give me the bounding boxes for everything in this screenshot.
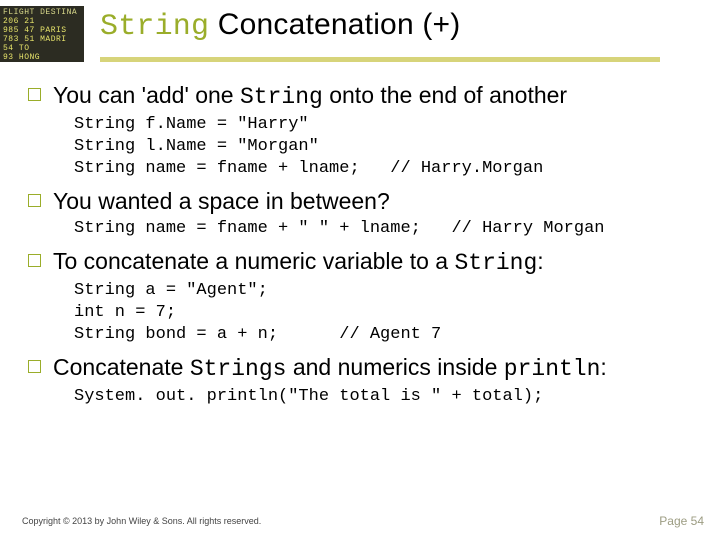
text-frag: You can 'add' one xyxy=(53,82,240,108)
text-mono: String xyxy=(454,250,537,276)
code-block-4: System. out. println("The total is " + t… xyxy=(74,386,696,408)
board-line: 783 51 MADRI xyxy=(3,35,67,44)
bullet-4: Concatenate Strings and numerics inside … xyxy=(28,352,696,384)
decorative-flight-board: FLIGHT DESTINA 206 21 985 47 PARIS 783 5… xyxy=(0,6,84,62)
bullet-icon xyxy=(28,254,41,267)
title-rest: Concatenation (+) xyxy=(209,8,460,41)
title-pre: String xyxy=(100,10,209,44)
code-block-2: String name = fname + " " + lname; // Ha… xyxy=(74,218,696,240)
code-block-1: String f.Name = "Harry" String l.Name = … xyxy=(74,114,696,180)
board-line: 54 TO xyxy=(3,44,30,53)
bullet-text: You wanted a space in between? xyxy=(53,186,390,216)
text-mono: println xyxy=(504,356,601,382)
text-frag: To concatenate a numeric variable to a xyxy=(53,248,454,274)
text-mono: String xyxy=(240,84,323,110)
text-frag: : xyxy=(600,354,606,380)
text-mono: Strings xyxy=(190,356,287,382)
bullet-icon xyxy=(28,194,41,207)
text-frag: and numerics inside xyxy=(286,354,503,380)
board-line: FLIGHT DESTINA xyxy=(3,8,77,17)
page-number: Page 54 xyxy=(659,514,704,528)
bullet-text: Concatenate Strings and numerics inside … xyxy=(53,352,607,384)
text-frag: Concatenate xyxy=(53,354,190,380)
title-area: String Concatenation (+) xyxy=(100,6,660,62)
board-line: 985 47 PARIS xyxy=(3,26,67,35)
bullet-2: You wanted a space in between? xyxy=(28,186,696,216)
board-line: 206 21 xyxy=(3,17,35,26)
board-line: 93 HONG xyxy=(3,53,40,62)
title-underline xyxy=(100,57,660,62)
slide-title: String Concatenation (+) xyxy=(100,6,660,44)
bullet-icon xyxy=(28,360,41,373)
bullet-icon xyxy=(28,88,41,101)
bullet-3: To concatenate a numeric variable to a S… xyxy=(28,246,696,278)
text-frag: : xyxy=(537,248,543,274)
content-area: You can 'add' one String onto the end of… xyxy=(28,80,696,414)
text-frag: onto the end of another xyxy=(323,82,567,108)
code-block-3: String a = "Agent"; int n = 7; String bo… xyxy=(74,280,696,346)
slide: FLIGHT DESTINA 206 21 985 47 PARIS 783 5… xyxy=(0,0,720,540)
bullet-1: You can 'add' one String onto the end of… xyxy=(28,80,696,112)
bullet-text: To concatenate a numeric variable to a S… xyxy=(53,246,544,278)
bullet-text: You can 'add' one String onto the end of… xyxy=(53,80,567,112)
copyright-footer: Copyright © 2013 by John Wiley & Sons. A… xyxy=(22,516,261,526)
